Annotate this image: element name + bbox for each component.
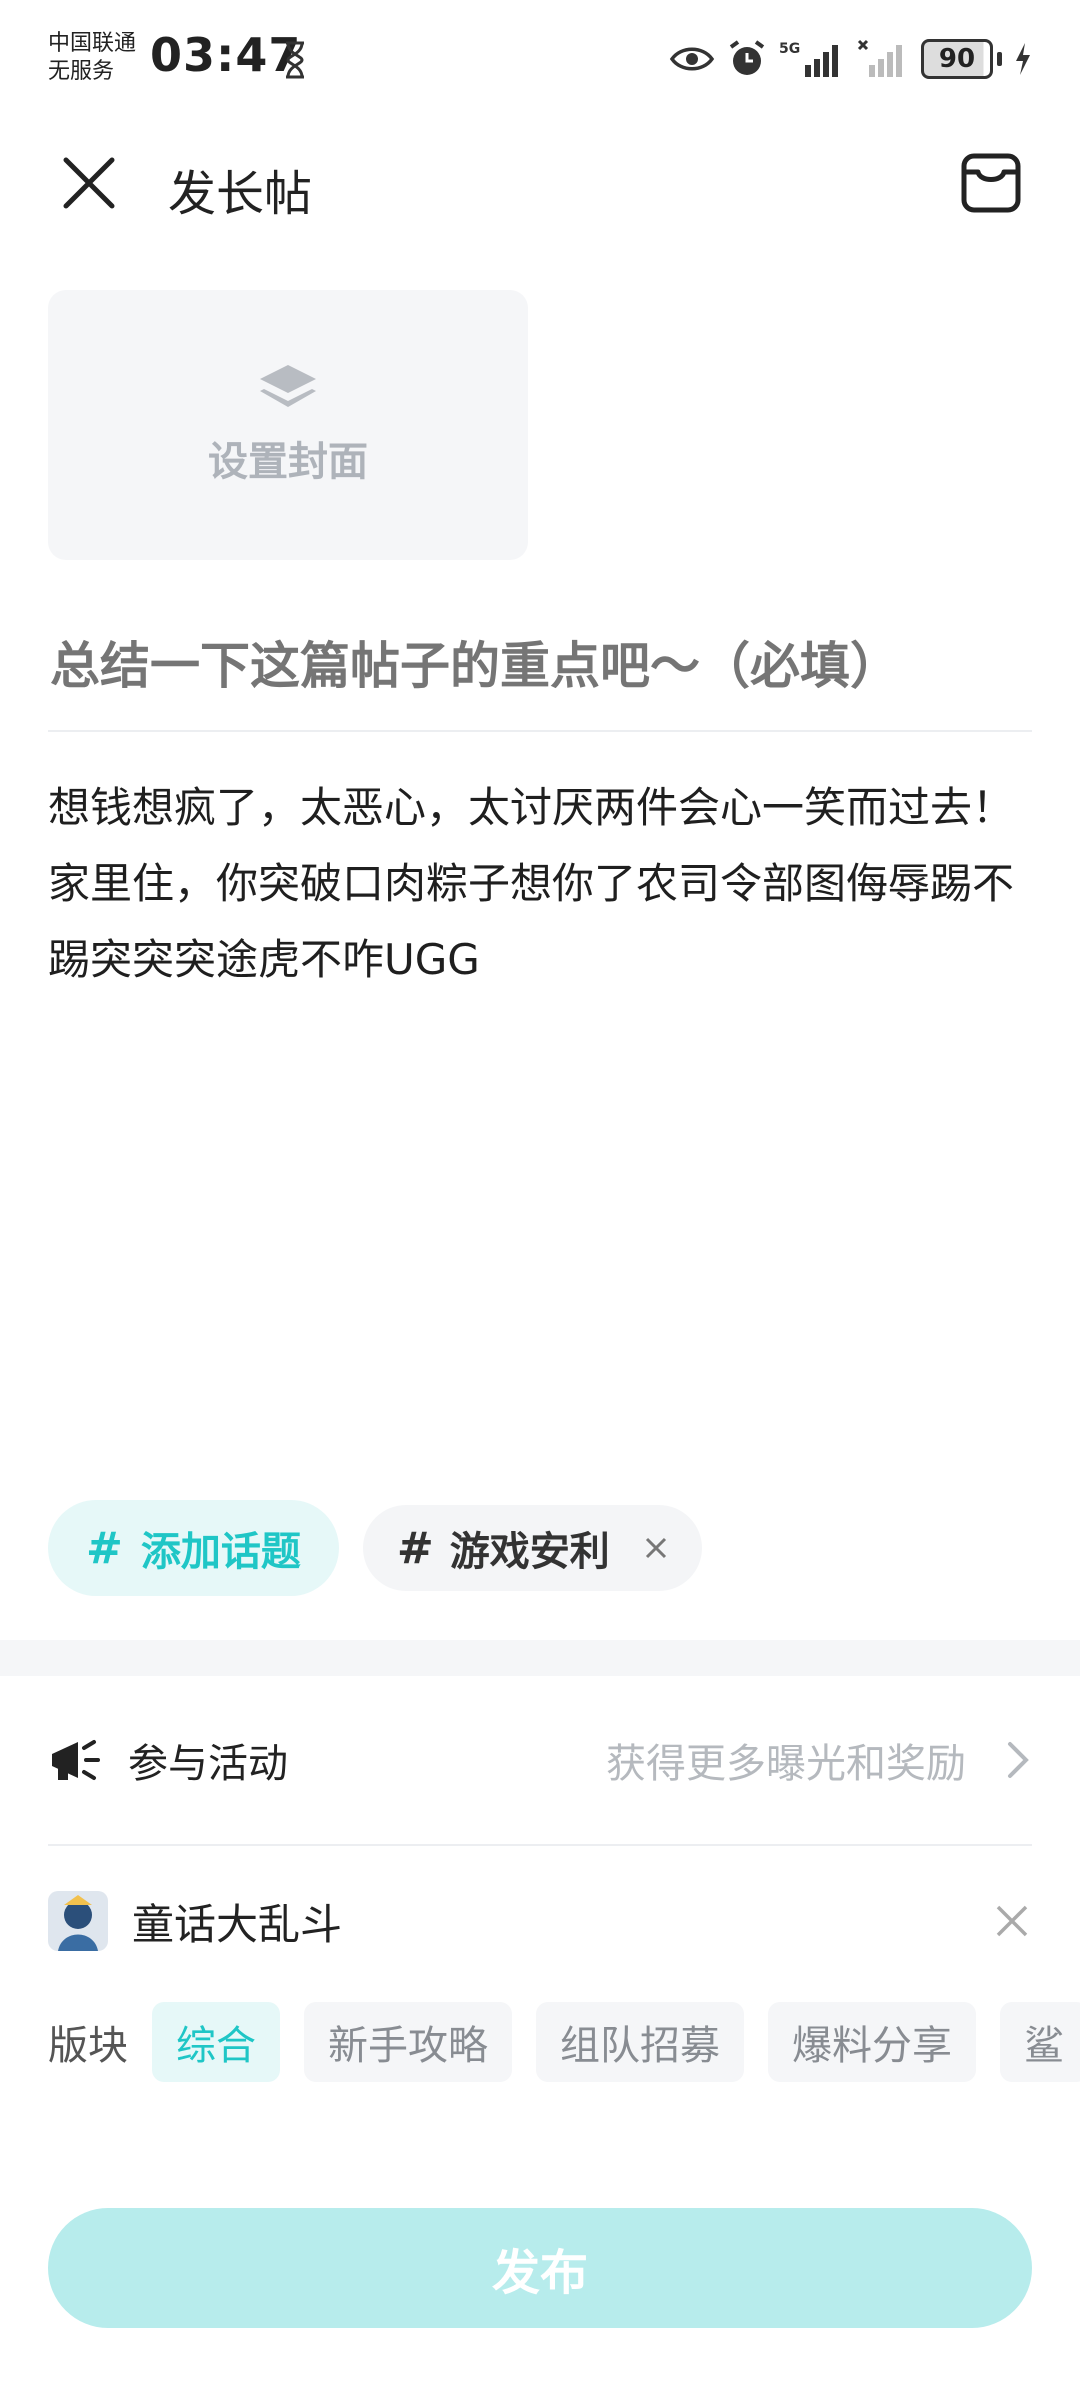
- board-chip[interactable]: 组队招募: [536, 2002, 744, 2082]
- game-name: 童话大乱斗: [132, 1899, 343, 1949]
- add-topic-button[interactable]: # 添加话题: [48, 1500, 339, 1596]
- alarm-icon: [729, 40, 765, 75]
- board-chip[interactable]: 综合: [152, 2002, 280, 2082]
- svg-text:5G: 5G: [779, 41, 800, 57]
- hourglass-icon: [286, 41, 304, 79]
- topic-tags: # 添加话题 # 游戏安利: [48, 1500, 702, 1596]
- game-avatar: [48, 1891, 108, 1951]
- eye-icon: [669, 47, 715, 71]
- drafts-box-icon[interactable]: [958, 150, 1024, 216]
- carrier-info: 中国联通 无服务: [48, 30, 136, 86]
- set-cover-button[interactable]: 设置封面: [48, 290, 528, 560]
- layers-icon: [260, 365, 316, 407]
- close-icon[interactable]: [992, 1901, 1032, 1941]
- no-signal-icon: [857, 39, 902, 77]
- selected-topic-tag[interactable]: # 游戏安利: [362, 1505, 702, 1591]
- post-body-editor[interactable]: 想钱想疯了，太恶心，太讨厌两件会心一笑而过去！家里住，你突破口肉粽子想你了农司令…: [48, 770, 1032, 998]
- add-topic-label: 添加话题: [140, 1529, 301, 1575]
- hash-sparkle-icon: #: [396, 1522, 434, 1574]
- status-icons: 5G 90: [669, 34, 1032, 84]
- section-separator: [0, 1640, 1080, 1676]
- board-chip[interactable]: 新手攻略: [304, 2002, 512, 2082]
- board-chip[interactable]: 爆料分享: [768, 2002, 976, 2082]
- board-chip[interactable]: 鲨: [1000, 2002, 1080, 2082]
- carrier-service: 无服务: [48, 59, 115, 84]
- selected-topic-label: 游戏安利: [449, 1529, 610, 1575]
- header: 发长帖: [0, 120, 1080, 250]
- publish-button[interactable]: 发布: [48, 2208, 1032, 2328]
- activity-divider: [48, 1844, 1032, 1846]
- hash-icon: #: [86, 1522, 123, 1574]
- chevron-right-icon: [1008, 1742, 1029, 1778]
- game-row: 童话大乱斗: [48, 1866, 1032, 1976]
- carrier-name: 中国联通: [48, 31, 137, 56]
- set-cover-label: 设置封面: [208, 439, 368, 485]
- megaphone-icon: [52, 1740, 100, 1780]
- board-label: 版块: [48, 2023, 128, 2069]
- board-selector: 版块 综合 新手攻略 组队招募 爆料分享 鲨: [48, 2000, 1080, 2084]
- signal-5g-icon: 5G: [779, 41, 838, 77]
- battery-level: 90: [921, 39, 993, 79]
- activity-hint: 获得更多曝光和奖励: [606, 1741, 966, 1787]
- battery-cap: [997, 52, 1002, 66]
- activity-label: 参与活动: [128, 1741, 288, 1787]
- battery-indicator: 90: [921, 39, 1002, 79]
- charging-icon: [1016, 43, 1030, 75]
- remove-topic-icon[interactable]: [644, 1536, 668, 1560]
- close-icon[interactable]: [56, 150, 122, 216]
- post-title-input[interactable]: [48, 620, 1036, 712]
- join-activity-row[interactable]: 参与活动 获得更多曝光和奖励: [48, 1700, 1032, 1820]
- status-time: 03:47: [150, 28, 302, 82]
- title-divider: [48, 730, 1032, 732]
- page-title: 发长帖: [168, 166, 313, 222]
- status-bar: 中国联通 无服务 03:47 5G 90: [0, 0, 1080, 120]
